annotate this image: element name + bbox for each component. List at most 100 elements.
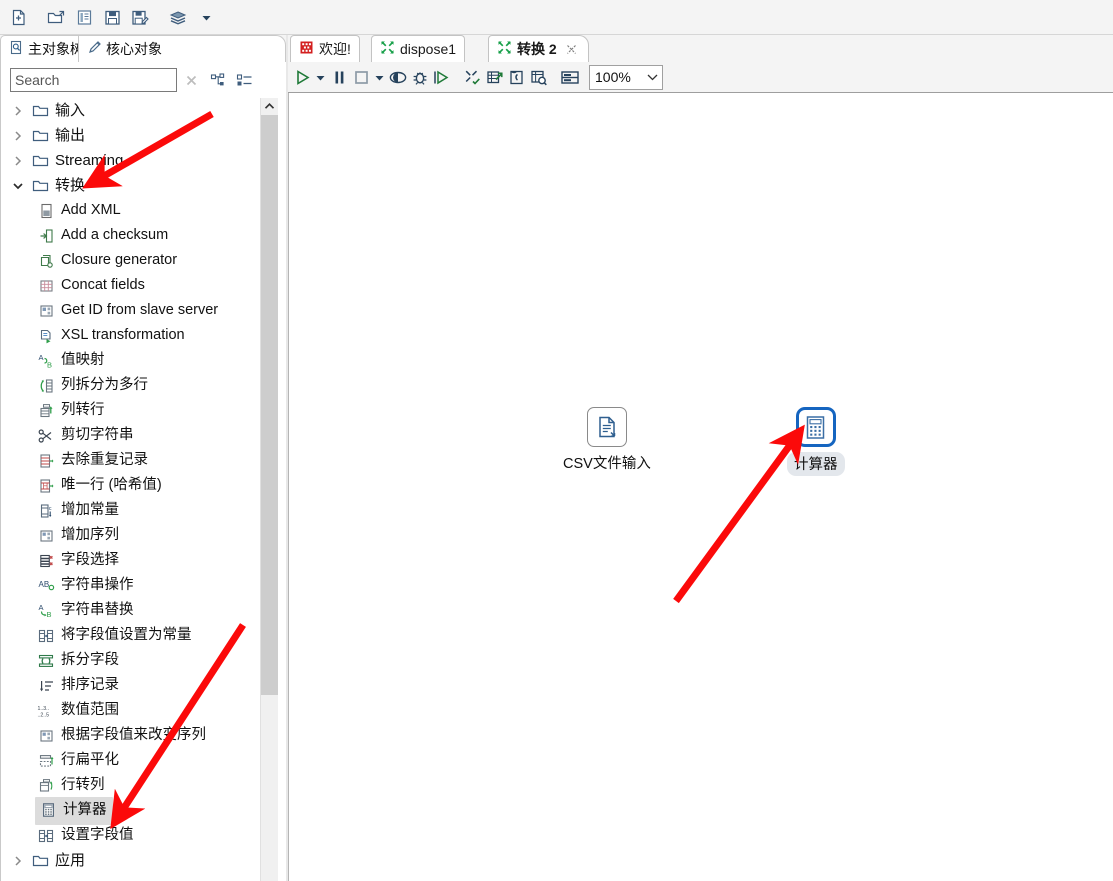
tree-row-content: Streaming	[29, 148, 123, 173]
tree-item-row[interactable]: XSL transformation	[1, 323, 259, 348]
tree-item-row[interactable]: 去除重复记录	[1, 448, 259, 473]
tree-item-row[interactable]: 列转行	[1, 398, 259, 423]
closure-icon	[35, 248, 57, 273]
preview-icon[interactable]	[387, 64, 409, 90]
canvas-node-csv-label: CSV文件输入	[563, 456, 651, 472]
close-icon[interactable]	[565, 43, 578, 56]
tree-item-row[interactable]: 1..3.. ..2..5 数值范围	[1, 698, 259, 723]
zoom-level-select[interactable]: 100%	[589, 64, 663, 90]
pause-icon[interactable]	[328, 64, 350, 90]
tree-item-row[interactable]: Get ID from slave server	[1, 298, 259, 323]
tree-item-row[interactable]: H 唯一行 (哈希值)	[1, 473, 259, 498]
save-icon[interactable]	[98, 3, 126, 31]
save-as-icon[interactable]	[126, 3, 154, 31]
tree-row-label: 剪切字符串	[61, 427, 134, 443]
tree-item-row[interactable]: 排序记录	[1, 673, 259, 698]
change-sequence-icon	[35, 723, 57, 748]
verify-icon[interactable]	[462, 64, 484, 90]
tree-item-row[interactable]: 拆分字段	[1, 648, 259, 673]
tree-row-label: Get ID from slave server	[61, 302, 219, 318]
tree-item-row[interactable]: 字段选择	[1, 548, 259, 573]
tree-item-row[interactable]: 剪切字符串	[1, 423, 259, 448]
tab-welcome[interactable]: 欢迎!	[290, 35, 360, 62]
run-dropdown-caret-icon[interactable]	[313, 64, 328, 90]
stop-dropdown-caret-icon[interactable]	[372, 64, 387, 90]
chevron-right-icon[interactable]	[7, 148, 29, 173]
scrollbar-thumb[interactable]	[261, 115, 278, 695]
open-folder-icon[interactable]	[42, 3, 70, 31]
csv-file-input-icon[interactable]	[586, 407, 627, 447]
tree-row-label: 计算器	[63, 801, 107, 818]
unique-hash-icon: H	[35, 473, 57, 498]
calculator-icon[interactable]	[795, 407, 836, 447]
tree-folder-row[interactable]: Streaming	[1, 148, 259, 173]
tree-row-label: Closure generator	[61, 252, 178, 268]
canvas-node-csv-file-input[interactable]: CSV文件输入	[563, 407, 651, 473]
add-constant-icon: c	[35, 498, 57, 523]
tab-core-objects[interactable]: 核心对象	[78, 35, 286, 62]
expand-tree-icon[interactable]	[205, 68, 231, 92]
tree-item-row[interactable]: 增加序列	[1, 523, 259, 548]
tree-rows: 输入输出 Streaming 转换 Add XML Add a checksum Clos…	[1, 98, 259, 881]
sql-icon[interactable]	[506, 64, 528, 90]
svg-text:c: c	[48, 506, 51, 512]
tree-item-row[interactable]: A B 字符串替换	[1, 598, 259, 623]
tree-row-content: 1..3.. ..2..5 数值范围	[35, 698, 120, 723]
tree-folder-row[interactable]: 转换	[1, 173, 259, 198]
debug-icon[interactable]	[409, 64, 431, 90]
tree-item-row[interactable]: Concat fields	[1, 273, 259, 298]
chevron-right-icon[interactable]	[7, 848, 29, 873]
impact-analysis-icon[interactable]	[484, 64, 506, 90]
tree-item-row[interactable]: 设置字段值	[1, 823, 259, 848]
tab-transformation-2[interactable]: 转换 2	[488, 35, 589, 62]
inspect-icon[interactable]	[528, 64, 550, 90]
core-objects-tree[interactable]: 输入输出 Streaming 转换 Add XML Add a checksum Clos…	[0, 98, 288, 881]
tree-item-row[interactable]: Add XML	[1, 198, 259, 223]
tree-item-row[interactable]: A B 值映射	[1, 348, 259, 373]
tree-item-row[interactable]: c 增加常量	[1, 498, 259, 523]
layers-icon[interactable]	[164, 3, 192, 31]
tree-item-row[interactable]: 根据字段值来改变序列	[1, 723, 259, 748]
chevron-down-icon[interactable]	[7, 173, 29, 198]
scroll-up-icon[interactable]	[261, 98, 278, 115]
tree-vertical-scrollbar[interactable]	[260, 98, 278, 881]
pencil-icon	[87, 40, 102, 58]
folder-icon	[29, 173, 51, 198]
grid-layout-icon[interactable]	[559, 64, 581, 90]
tree-folder-row[interactable]: 输出	[1, 123, 259, 148]
tree-row-label: 输入	[55, 102, 86, 119]
tree-row-content: 设置字段值	[35, 823, 134, 848]
run-icon[interactable]	[291, 64, 313, 90]
tab-dispose1[interactable]: dispose1	[371, 35, 466, 62]
tree-item-row[interactable]: 行扁平化	[1, 748, 259, 773]
replay-icon[interactable]	[431, 64, 453, 90]
stop-icon[interactable]	[350, 64, 372, 90]
new-file-icon[interactable]	[4, 3, 32, 31]
tree-item-row[interactable]: Add a checksum	[1, 223, 259, 248]
chevron-down-icon[interactable]	[192, 3, 220, 31]
tree-row-content: Add XML	[35, 198, 121, 223]
chevron-right-icon[interactable]	[7, 98, 29, 123]
chevron-down-icon[interactable]	[642, 72, 662, 82]
dedupe-icon	[35, 448, 57, 473]
tree-item-row[interactable]: 列拆分为多行	[1, 373, 259, 398]
transformation-icon	[380, 40, 395, 58]
tree-item-row[interactable]: 行转列	[1, 773, 259, 798]
close-icon[interactable]	[177, 68, 205, 92]
split-rows-icon	[35, 373, 57, 398]
search-input[interactable]	[10, 68, 177, 92]
transformation-canvas[interactable]: CSV文件输入 计算器	[288, 93, 1113, 881]
tree-item-row[interactable]: 将字段值设置为常量	[1, 623, 259, 648]
tree-item-row[interactable]: AB 字符串操作	[1, 573, 259, 598]
explorer-icon[interactable]	[70, 3, 98, 31]
collapse-tree-icon[interactable]	[231, 68, 257, 92]
tree-folder-row[interactable]: 应用	[1, 848, 259, 873]
tree-row-content: XSL transformation	[35, 323, 185, 348]
tree-item-row[interactable]: Closure generator	[1, 248, 259, 273]
svg-text:A: A	[39, 603, 44, 612]
tree-item-row[interactable]: 计算器	[1, 796, 259, 825]
tree-folder-row[interactable]: 输入	[1, 98, 259, 123]
chevron-right-icon[interactable]	[7, 123, 29, 148]
canvas-node-calculator[interactable]: 计算器	[787, 407, 845, 476]
split-field-icon	[35, 648, 57, 673]
